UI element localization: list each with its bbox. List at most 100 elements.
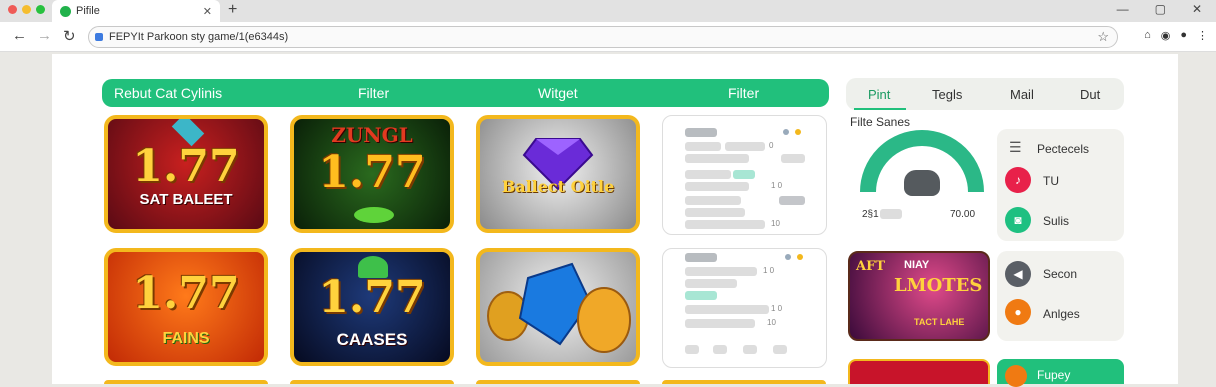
leaf-icon [354, 207, 394, 223]
tab-pint[interactable]: Pint [868, 87, 890, 102]
promo-banner[interactable]: AFT NIAY LMOTES TACT LAHE [848, 251, 990, 341]
row-mark: 10 [767, 318, 776, 327]
tab-title: Pifile [76, 5, 100, 17]
skeleton-line [685, 267, 757, 276]
skeleton-line [880, 209, 902, 219]
filter-bar: Rebut Cat Cylinis Filter Witget Filter [102, 79, 829, 107]
skeleton-line [685, 208, 745, 217]
promo-headline: LMOTES [894, 275, 983, 296]
game-card-partial [476, 380, 640, 384]
url-text: FEPYIt Parkoon sty game/1(e6344s) [109, 31, 289, 43]
row-mark: 10 [771, 219, 780, 228]
site-favicon-icon [60, 5, 71, 17]
music-icon: ♪ [1005, 167, 1031, 193]
skeleton-line [685, 170, 731, 179]
row-mark: 1 0 [771, 304, 783, 313]
skeleton-line [743, 345, 757, 354]
new-tab-button[interactable]: + [228, 1, 237, 19]
tab-dut[interactable]: Dut [1080, 87, 1100, 102]
skeleton-line [685, 319, 755, 328]
minimize-icon[interactable]: — [1117, 2, 1129, 16]
active-tab-indicator [854, 108, 906, 110]
skeleton-line [685, 196, 741, 205]
gauge-min: 2§1 [862, 209, 879, 220]
game-card[interactable]: 1.77 FAINS [104, 248, 268, 366]
list-panel: 0 1 0 10 [662, 115, 827, 235]
maximize-window-icon[interactable] [36, 5, 45, 14]
speaker-icon: ◀ [1005, 261, 1031, 287]
skeleton-line [685, 142, 721, 151]
profile-icon[interactable]: ● [1180, 29, 1187, 42]
bookmark-star-icon[interactable]: ☆ [1097, 29, 1109, 45]
sidebar-tabs: Pint Tegls Mail Dut [846, 78, 1124, 110]
game-title: Ballect Oitle [501, 177, 615, 196]
status-dot [783, 129, 789, 135]
skeleton-line [685, 220, 765, 229]
minimize-window-icon[interactable] [22, 5, 31, 14]
restore-icon[interactable]: ▢ [1155, 2, 1166, 16]
game-multiplier: 1.77 [132, 141, 240, 192]
list-icon: ☰ [1009, 139, 1022, 155]
tab-mail[interactable]: Mail [1010, 87, 1034, 102]
tab-close-icon[interactable]: ✕ [203, 5, 212, 18]
menu-icon[interactable]: ⋮ [1197, 29, 1208, 42]
tab-tegls[interactable]: Tegls [932, 87, 962, 102]
game-card-partial [662, 380, 826, 384]
game-card-partial [290, 380, 454, 384]
toolbar-icons: ⌂ ◉ ● ⋮ [1144, 29, 1208, 42]
skeleton-line [685, 182, 749, 191]
skeleton-line [685, 345, 699, 354]
menu-item-label[interactable]: Secon [1043, 267, 1077, 281]
browser-tab[interactable]: Pifile ✕ [52, 0, 220, 22]
location-icon: ● [1005, 299, 1031, 325]
address-bar[interactable]: FEPYIt Parkoon sty game/1(e6344s) ☆ [88, 26, 1118, 48]
menu-item-label[interactable]: Pectecels [1037, 142, 1089, 156]
skeleton-line [685, 154, 749, 163]
filter-link[interactable]: Filter [358, 85, 389, 101]
back-arrow-icon[interactable]: ← [12, 27, 27, 44]
game-card[interactable]: 1.77 CAASES [290, 248, 454, 366]
extension-icon[interactable]: ◉ [1161, 29, 1171, 42]
game-card[interactable]: 1.77 SAT BALEET [104, 115, 268, 233]
game-multiplier: 1.77 [132, 268, 240, 319]
menu-item-label[interactable]: TU [1043, 174, 1059, 188]
close-window-icon[interactable] [8, 5, 17, 14]
status-dot [797, 254, 803, 260]
window-buttons: — ▢ ✕ [1117, 2, 1202, 16]
menu-item-label[interactable]: Sulis [1043, 214, 1069, 228]
menu-card-partial: Fupey [997, 359, 1124, 387]
filter-link-2[interactable]: Filter [728, 85, 759, 101]
skeleton-highlight [733, 170, 755, 179]
promo-banner-partial[interactable] [848, 359, 990, 384]
game-multiplier: 1.77 [318, 272, 426, 323]
skeleton-line [685, 305, 769, 314]
game-title: SAT BALEET [139, 191, 233, 208]
filter-bar-title[interactable]: Rebut Cat Cylinis [114, 85, 222, 101]
game-card[interactable] [476, 248, 640, 366]
window-controls [8, 5, 45, 14]
skeleton-line [781, 154, 805, 163]
menu-card: ◀ Secon ● Anlges [997, 251, 1124, 341]
game-card[interactable]: ZUNGL 1.77 [290, 115, 454, 233]
close-icon[interactable]: ✕ [1192, 2, 1202, 16]
gauge-title: Filte Sanes [850, 115, 911, 129]
chat-icon: ◙ [1005, 207, 1031, 233]
list-panel: 1 0 1 0 10 [662, 248, 827, 368]
menu-item-label[interactable]: Anlges [1043, 307, 1080, 321]
home-icon[interactable]: ⌂ [1144, 29, 1151, 42]
game-card[interactable]: Ballect Oitle [476, 115, 640, 233]
widget-link[interactable]: Witget [538, 85, 578, 101]
gauge-max: 70.00 [950, 209, 976, 220]
status-dot [785, 254, 791, 260]
skeleton-line [725, 142, 765, 151]
skeleton-line [685, 279, 737, 288]
piggy-bank-icon [904, 170, 940, 196]
forward-arrow-icon[interactable]: → [37, 27, 52, 44]
game-heading: ZUNGL [331, 123, 413, 147]
row-mark: 1 0 [763, 266, 775, 275]
browser-tabstrip: Pifile ✕ + — ▢ ✕ [0, 0, 1216, 22]
status-dot [795, 129, 801, 135]
skeleton-line [773, 345, 787, 354]
reload-icon[interactable]: ↻ [63, 27, 76, 45]
menu-item-label[interactable]: Fupey [1037, 368, 1070, 382]
